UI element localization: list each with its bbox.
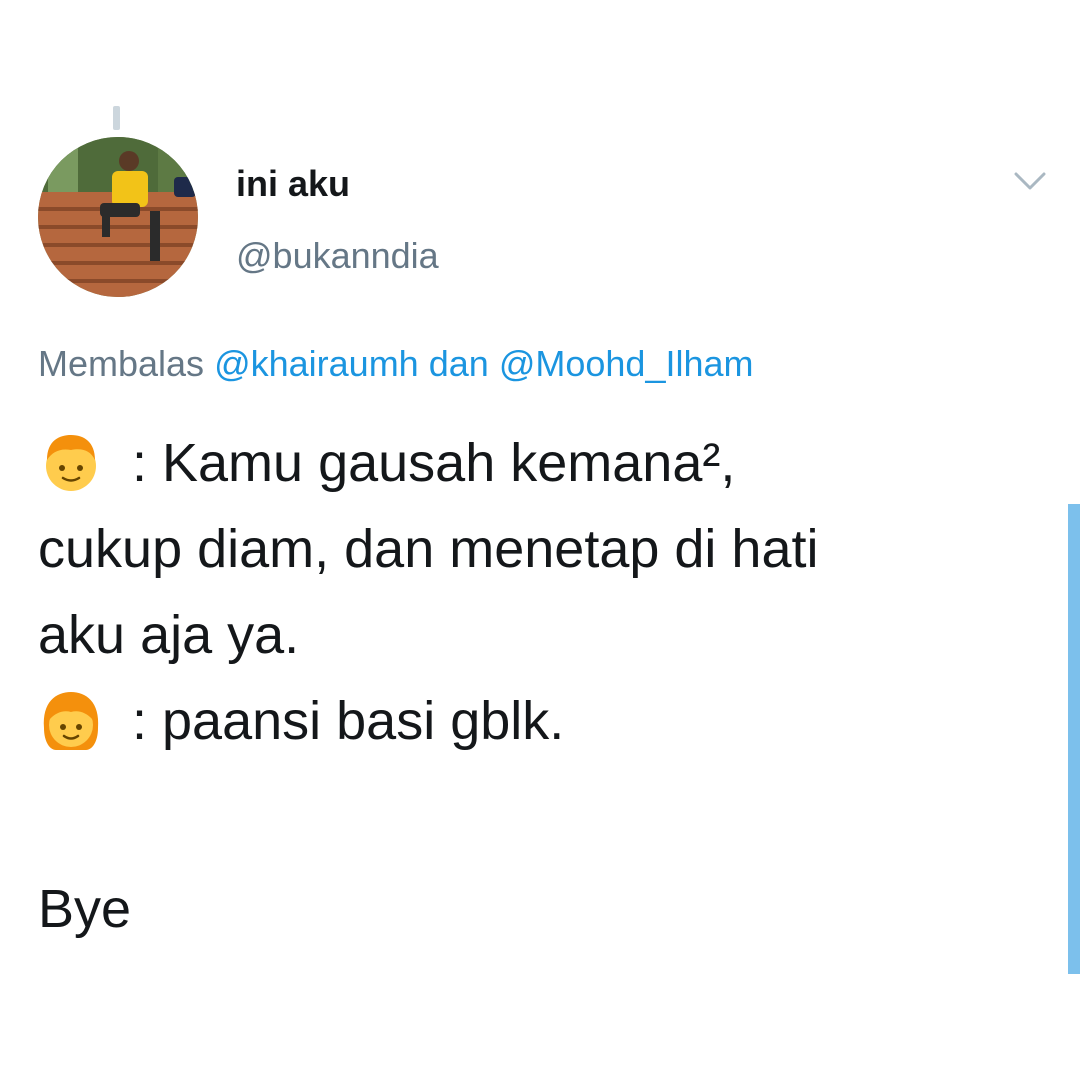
chevron-down-icon[interactable] [1010,166,1050,196]
mention-link-1[interactable]: @khairaumh [214,343,419,384]
tweet-line-4: : paansi basi gblk. [132,691,565,751]
tweet-text: : Kamu gausah kemana², cukup diam, dan m… [38,420,1038,952]
boy-emoji-icon [46,435,96,491]
tweet-line-3: aku aja ya. [38,605,300,665]
avatar-photo [38,137,198,297]
tweet-line: : paansi basi gblk. [38,678,1038,764]
tweet-line-2: cukup diam, dan menetap di hati [38,519,819,579]
reply-context: Membalas @khairaumh dan @Moohd_Ilham [38,343,754,385]
display-name[interactable]: ini aku [236,163,350,205]
user-handle[interactable]: @bukanndia [236,235,439,277]
reply-conjunction: dan [428,343,489,384]
mention-link-2[interactable]: @Moohd_Ilham [499,343,754,384]
tweet-line-1: : Kamu gausah kemana², [132,433,736,493]
thread-connector-line [113,106,120,130]
tweet-line: Bye [38,866,1038,952]
scrollbar[interactable] [1068,504,1080,974]
avatar[interactable] [38,137,198,297]
reply-prefix: Membalas [38,343,205,384]
tweet-line: : Kamu gausah kemana², [38,420,1038,506]
tweet-line-6: Bye [38,879,132,939]
girl-emoji-icon [43,692,99,750]
tweet-line: aku aja ya. [38,592,1038,678]
tweet-line: cukup diam, dan menetap di hati [38,506,1038,592]
